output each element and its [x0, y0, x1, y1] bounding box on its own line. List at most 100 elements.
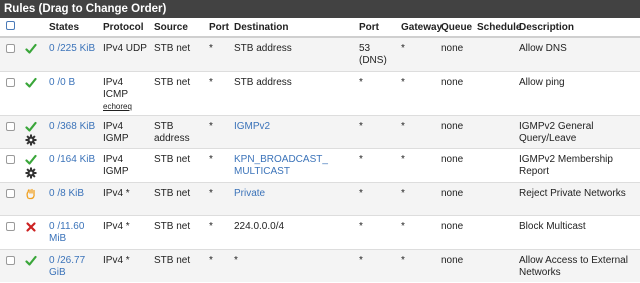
queue-cell: none: [441, 214, 477, 249]
description-value: Allow ping: [519, 76, 565, 88]
states-link[interactable]: 0 /0 B: [49, 77, 75, 88]
rule-select-checkbox[interactable]: [6, 121, 15, 131]
states-value: 0 /0 B: [49, 76, 76, 88]
destination-alias-link[interactable]: KPN_BROADCAST_ MULTICAST: [234, 154, 328, 177]
gateway-cell: *: [401, 70, 441, 115]
rule-row[interactable]: 0 /164 KiB IPv4 IGMP STB net * KPN_BROADCAST_…: [0, 147, 640, 182]
source-cell: STB net: [154, 248, 209, 282]
rule-select-checkbox[interactable]: [6, 188, 15, 198]
block-x-icon[interactable]: [20, 221, 49, 233]
queue-value: none: [441, 254, 464, 266]
protocol-value: IPv4: [103, 120, 124, 132]
rule-row[interactable]: 0 /225 KiB IPv4 UDP STB net * STB address 53(…: [0, 36, 640, 71]
action-cell: [20, 248, 49, 282]
rule-select-checkbox[interactable]: [6, 221, 15, 231]
check-icon[interactable]: [20, 154, 49, 166]
gear-icon[interactable]: [20, 134, 49, 146]
rule-row[interactable]: 0 /368 KiB IPv4 IGMP STB address * IGMPv2 * * non…: [0, 114, 640, 148]
description-cell: Reject Private Networks: [519, 181, 640, 215]
rules-table: States Protocol Source Port Destination …: [0, 18, 640, 282]
queue-value: none: [441, 153, 464, 165]
action-cell: [20, 70, 49, 115]
states-link[interactable]: 0 /26.77 GiB: [49, 255, 85, 278]
destination-alias-link[interactable]: Private: [234, 188, 265, 199]
description-value: Reject Private Networks: [519, 187, 626, 199]
source-port-value: *: [209, 220, 213, 232]
source-port-value: *: [209, 43, 213, 54]
rule-row[interactable]: 0 /8 KiB IPv4 * STB net * Private * * none Rejec…: [0, 181, 640, 215]
rule-select-checkbox[interactable]: [6, 44, 15, 53]
select-cell: [0, 36, 20, 71]
action-header: [20, 18, 49, 38]
select-all-checkbox[interactable]: [6, 21, 15, 30]
description-cell: Allow ping: [519, 70, 640, 115]
destination-value-cont: MULTICAST: [234, 165, 290, 177]
protocol-value: IPv4: [103, 76, 124, 88]
source-value: STB net: [154, 76, 191, 88]
rule-row[interactable]: 0 /26.77 GiB IPv4 * STB net * * * * none Allow Ac…: [0, 248, 640, 282]
queue-value: none: [441, 187, 464, 199]
description-cell: Block Multicast: [519, 214, 640, 249]
protocol-cell: IPv4 UDP: [103, 36, 154, 71]
check-icon[interactable]: [20, 121, 49, 133]
source-value: STB net: [154, 187, 191, 199]
queue-value: none: [441, 76, 464, 88]
states-link[interactable]: 0 /8 KiB: [49, 188, 84, 199]
check-icon[interactable]: [20, 43, 49, 55]
destination-alias-link[interactable]: IGMPv2: [234, 121, 270, 132]
rule-select-checkbox[interactable]: [6, 77, 15, 87]
icmp-subtype: echoreq: [103, 101, 132, 111]
dest-port-cell: *: [359, 114, 401, 148]
source-port-cell: *: [209, 248, 234, 282]
destination-text: *: [234, 255, 238, 266]
protocol-value: IPv4 *: [103, 220, 130, 232]
dest-port-value: *: [359, 254, 363, 266]
gateway-value: *: [401, 187, 405, 199]
gear-icon[interactable]: [20, 167, 49, 179]
schedule-cell: [477, 147, 519, 182]
protocol-cell: IPv4 *: [103, 181, 154, 215]
check-icon[interactable]: [20, 255, 49, 267]
states-cell: 0 /0 B: [49, 70, 103, 115]
select-cell: [0, 214, 20, 249]
source-port-value: *: [209, 187, 213, 199]
source-value: STB net: [154, 220, 191, 232]
protocol-cell: IPv4 *: [103, 214, 154, 249]
gateway-value: *: [401, 43, 405, 54]
check-icon[interactable]: [20, 77, 49, 89]
rule-row[interactable]: 0 /11.60 MiB IPv4 * STB net * 224.0.0.0/4 * * no…: [0, 214, 640, 249]
states-link[interactable]: 0 /368 KiB: [49, 121, 95, 132]
rule-select-checkbox[interactable]: [6, 255, 15, 265]
protocol-type: IGMP: [103, 165, 129, 177]
action-cell: [20, 114, 49, 148]
gateway-cell: *: [401, 36, 441, 71]
destination-value: 224.0.0.0/4: [234, 220, 285, 232]
states-link[interactable]: 0 /225 KiB: [49, 43, 95, 54]
description-value-cont: Networks: [519, 266, 561, 278]
dest-port-cell: *: [359, 70, 401, 115]
description-value: IGMPv2 General Query/Leave: [519, 120, 594, 144]
states-link[interactable]: 0 /11.60 MiB: [49, 221, 84, 244]
queue-value: none: [441, 43, 464, 54]
source-port-cell: *: [209, 147, 234, 182]
rule-select-checkbox[interactable]: [6, 154, 15, 164]
source-port-cell: *: [209, 114, 234, 148]
source-port-value: *: [209, 76, 213, 88]
col-header-gateway: Gateway: [401, 18, 442, 38]
source-value: STB net: [154, 254, 191, 266]
destination-cell: IGMPv2: [234, 114, 359, 148]
states-link[interactable]: 0 /164 KiB: [49, 154, 95, 165]
source-port-cell: *: [209, 181, 234, 215]
destination-value: STB address: [234, 43, 292, 54]
col-header-source-port: Port: [209, 18, 234, 38]
states-unit: MiB: [49, 232, 67, 244]
col-header-destination: Destination: [234, 18, 359, 38]
schedule-cell: [477, 70, 519, 115]
reject-hand-icon[interactable]: [20, 188, 49, 200]
states-unit: GiB: [49, 266, 66, 278]
destination-cell: *: [234, 248, 359, 282]
destination-text: 224.0.0.0/4: [234, 221, 284, 232]
rule-row[interactable]: 0 /0 B IPv4 ICMP echoreq STB net * STB address…: [0, 70, 640, 115]
action-cell: [20, 147, 49, 182]
queue-cell: none: [441, 114, 477, 148]
